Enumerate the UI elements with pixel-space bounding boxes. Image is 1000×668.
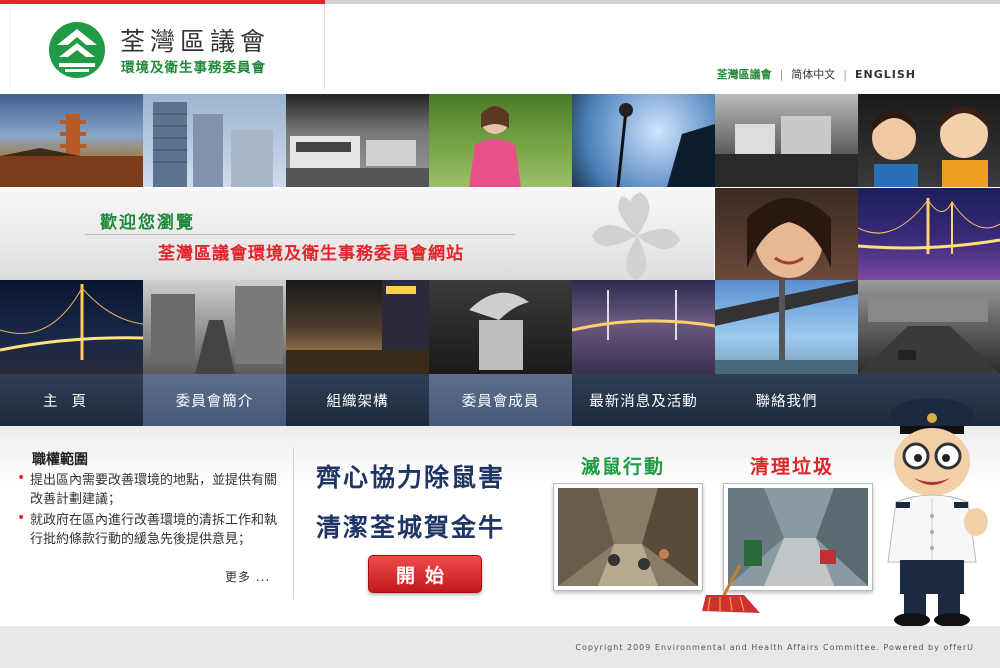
- game-rat-title: 滅鼠行動: [581, 456, 666, 478]
- slogan-line1: 齊心協力除鼠害: [316, 463, 506, 492]
- logo[interactable]: 荃灣區議會 環境及衛生事務委員會: [10, 4, 325, 90]
- lang-traditional-link[interactable]: 荃灣區議會: [717, 66, 772, 82]
- welcome-divider: [85, 234, 515, 235]
- photo-temple: [0, 94, 143, 187]
- nav-structure[interactable]: 組織架構: [286, 374, 429, 426]
- bullet-icon: •: [17, 510, 26, 526]
- lang-simplified-link[interactable]: 简体中文: [791, 66, 835, 82]
- welcome-text: 歡迎您瀏覽: [100, 213, 195, 233]
- nav-home[interactable]: 主頁: [0, 374, 143, 426]
- column-divider: [293, 447, 294, 599]
- game-rat-thumbnail[interactable]: [553, 483, 703, 591]
- duties-title: 職權範圍: [32, 452, 88, 468]
- photo-children: [858, 94, 1000, 187]
- logo-subtitle: 環境及衛生事務委員會: [121, 60, 266, 76]
- logo-title: 荃灣區議會: [120, 27, 271, 56]
- bullet-icon: •: [17, 470, 26, 486]
- duty-item: 就政府在區內進行改善環境的清拆工作和執行批約條款行動的緩急先後提供意見；: [30, 513, 278, 547]
- more-link[interactable]: 更多 ...: [225, 568, 270, 585]
- duty-item: 提出區內需要改善環境的地點，並提供有關改善計劃建議；: [30, 473, 278, 507]
- photo-village: [715, 94, 858, 187]
- photo-streetlamp: [572, 94, 715, 187]
- photo-highway: [858, 280, 1000, 374]
- nav-news[interactable]: 最新消息及活動: [572, 374, 715, 426]
- language-switcher: 荃灣區議會 | 简体中文 | ENGLISH: [716, 66, 916, 82]
- photo-woman: [715, 188, 858, 280]
- photo-street: [143, 280, 286, 374]
- nav-contact[interactable]: 聯絡我們: [715, 374, 858, 426]
- photo-buses: [286, 94, 429, 187]
- photo-girl: [429, 94, 572, 187]
- nav-members[interactable]: 委員會成員: [429, 374, 572, 426]
- photo-towers: [143, 94, 286, 187]
- photo-bridge-dusk: [572, 280, 715, 374]
- lang-english-link[interactable]: ENGLISH: [855, 68, 916, 81]
- nav-about[interactable]: 委員會簡介: [143, 374, 286, 426]
- police-mascot-icon: [887, 398, 988, 627]
- broom-icon: [702, 565, 760, 613]
- photo-dolphin-sculpture: [429, 280, 572, 374]
- slogan-line2: 清潔荃城賀金牛: [316, 513, 506, 542]
- photo-bridge-underside: [715, 280, 858, 374]
- game-trash-title: 清理垃圾: [750, 456, 835, 478]
- bauhinia-icon: [592, 192, 680, 280]
- committee-logo-icon: [49, 22, 105, 78]
- photo-bridge-lights: [0, 280, 143, 374]
- photo-bridge-night: [858, 188, 1000, 280]
- top-grey-bar: [325, 0, 1000, 4]
- copyright-text: Copyright 2009 Environmental and Health …: [575, 643, 974, 652]
- start-button[interactable]: 開始: [368, 555, 482, 593]
- photo-night-street: [286, 280, 429, 374]
- site-name: 荃灣區議會環境及衛生事務委員會網站: [158, 244, 464, 264]
